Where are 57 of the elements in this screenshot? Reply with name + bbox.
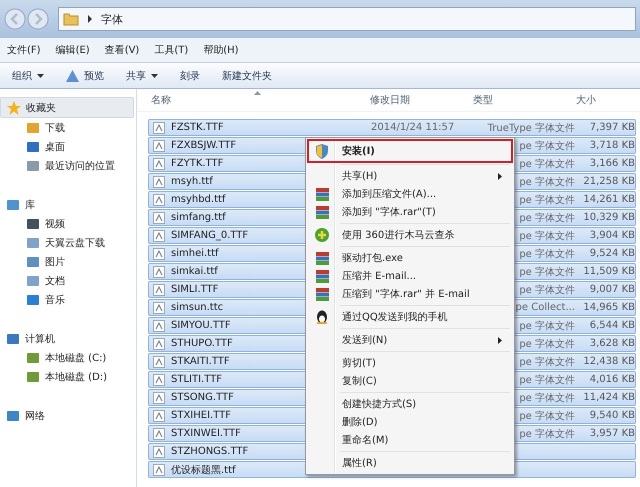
file-type: pe 字体文件	[519, 212, 575, 224]
file-size: 14,261 KB	[583, 194, 635, 205]
file-type: pe 字体文件	[519, 428, 575, 440]
file-name: simkai.ttf	[171, 266, 218, 277]
file-name: SIMYOU.TTF	[171, 320, 231, 331]
file-name: STKAITI.TTF	[171, 356, 230, 367]
file-size: 4,016 KB	[590, 374, 635, 385]
file-size: 11,424 KB	[583, 392, 635, 403]
file-type: pe 字体文件	[519, 230, 575, 242]
file-type: pe 字体文件	[519, 374, 575, 386]
file-name: STSONG.TTF	[171, 392, 234, 403]
file-name: FZSTK.TTF	[171, 122, 224, 133]
file-name: FZYTK.TTF	[171, 158, 224, 169]
file-name: STXINWEI.TTF	[171, 428, 241, 439]
file-name: msyh.ttf	[171, 176, 213, 187]
file-name: SIMLI.TTF	[171, 284, 218, 295]
file-name: FZXBSJW.TTF	[171, 140, 236, 151]
file-type: pe 字体文件	[519, 320, 575, 332]
file-type: pe 字体文件	[519, 356, 575, 368]
file-name: SIMFANG_0.TTF	[171, 230, 248, 241]
file-size: 9,007 KB	[590, 284, 635, 295]
modified-date: 2014/1/24 11:57	[371, 122, 454, 133]
file-name: msyhbd.ttf	[171, 194, 226, 205]
file-type: pe 字体文件	[519, 248, 575, 260]
file-size: 10,329 KB	[583, 212, 635, 223]
file-name: STZHONGS.TTF	[171, 446, 248, 457]
file-size: 7,397 KB	[590, 122, 635, 133]
file-size: 6,544 KB	[590, 320, 635, 331]
file-type: pe 字体文件	[519, 140, 575, 152]
file-type: pe 字体文件	[519, 410, 575, 422]
file-type: pe 字体文件	[519, 194, 575, 206]
file-name: simfang.ttf	[171, 212, 226, 223]
file-size: 3,904 KB	[590, 230, 635, 241]
file-name: simsun.ttc	[171, 302, 224, 313]
file-size: 9,540 KB	[590, 410, 635, 421]
file-type: pe 字体文件	[519, 338, 575, 350]
file-name: STXIHEI.TTF	[171, 410, 232, 421]
file-size: 3,718 KB	[590, 140, 635, 151]
file-size: 12,438 KB	[583, 356, 635, 367]
file-type: pe 字体文件	[519, 266, 575, 278]
file-type: pe Collect...	[516, 302, 575, 313]
file-size: 3,166 KB	[590, 158, 635, 169]
file-name: STLITI.TTF	[171, 374, 222, 385]
file-type: pe 字体文件	[519, 176, 575, 188]
file-size: 11,509 KB	[583, 266, 635, 277]
file-type: TrueType 字体文件	[488, 122, 575, 134]
file-size: 14,965 KB	[583, 302, 635, 313]
file-size: 21,258 KB	[583, 176, 635, 187]
file-name: STHUPO.TTF	[171, 338, 233, 349]
file-type: pe 字体文件	[519, 158, 575, 170]
file-type: pe 字体文件	[519, 392, 575, 404]
file-size: 3,628 KB	[590, 338, 635, 349]
file-name: 优设标题黑.ttf	[171, 464, 236, 476]
file-size: 3,957 KB	[590, 428, 635, 439]
file-size: 9,524 KB	[590, 248, 635, 259]
file-name: simhei.ttf	[171, 248, 219, 259]
file-type: pe 字体文件	[519, 284, 575, 296]
